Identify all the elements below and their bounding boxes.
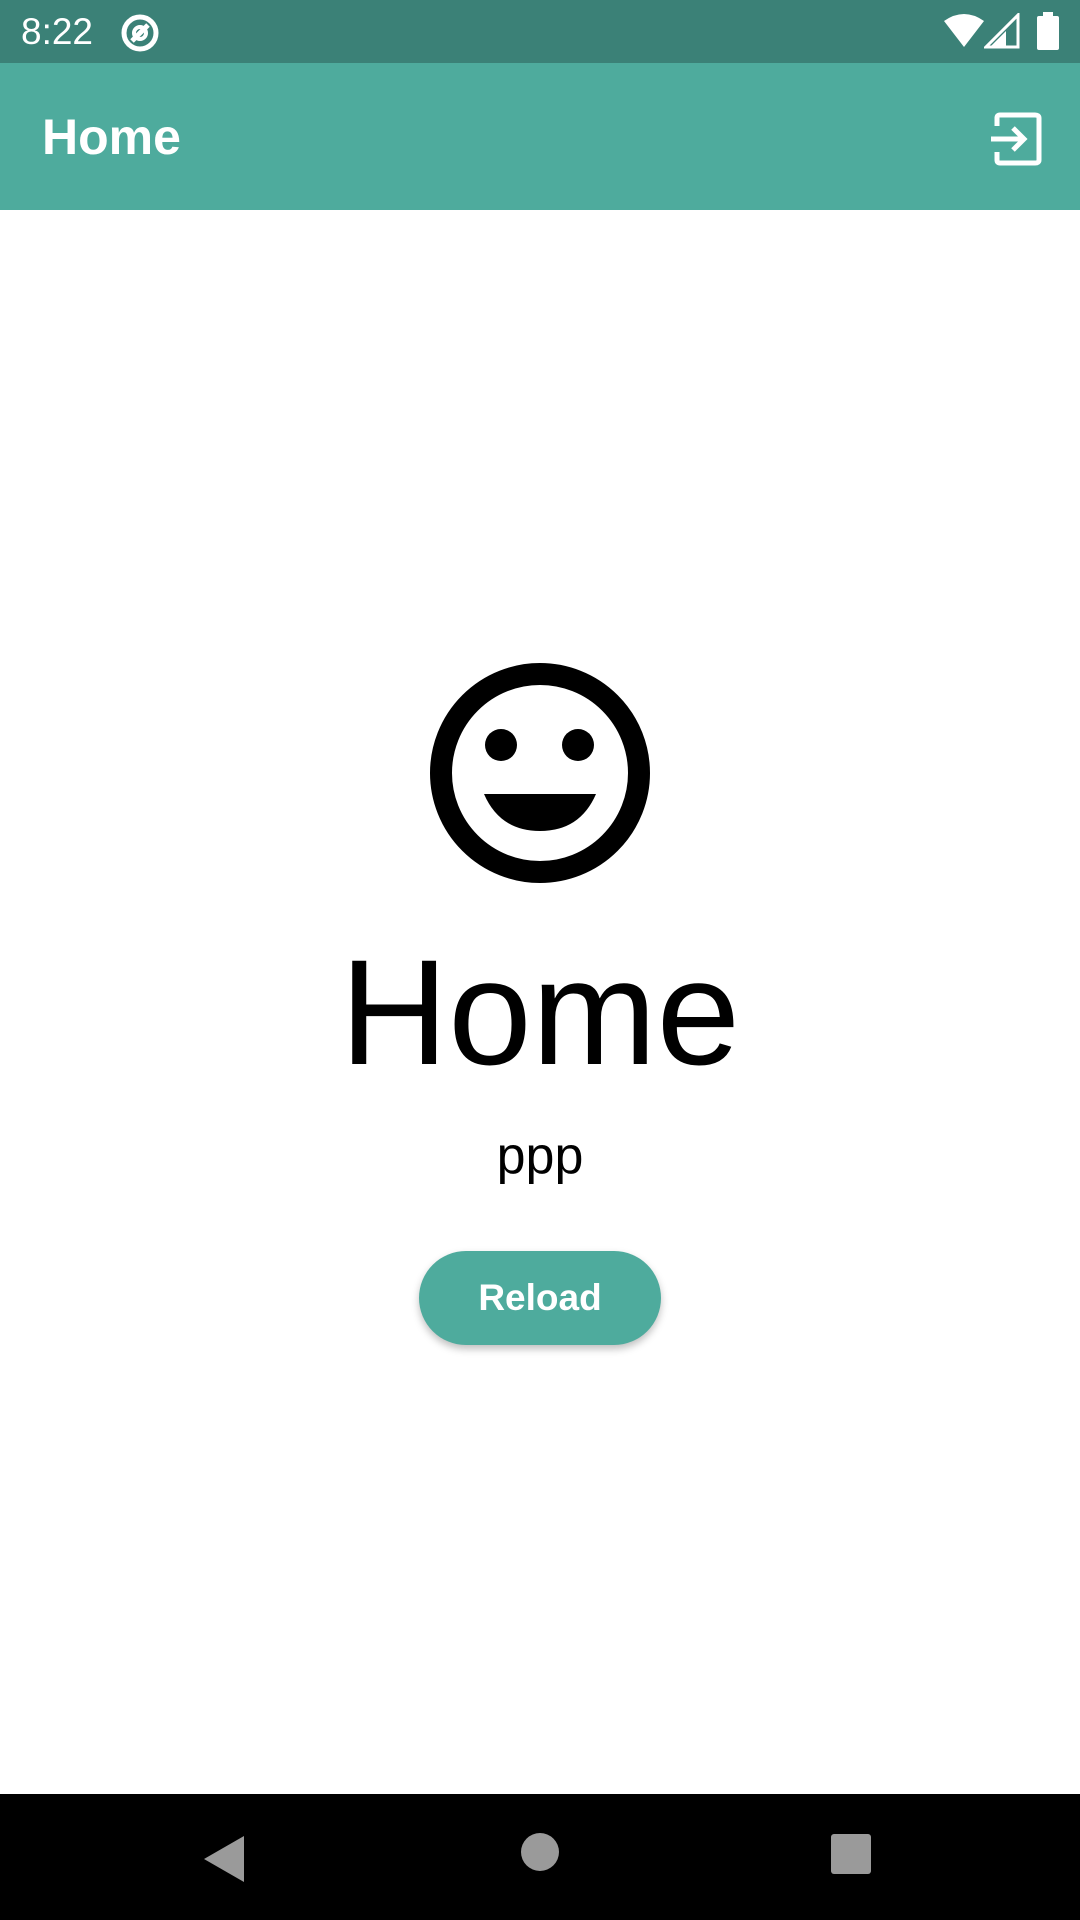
- navigation-bar: [0, 1794, 1080, 1920]
- logout-icon: [991, 112, 1042, 166]
- home-icon[interactable]: [520, 1832, 560, 1872]
- status-time: 8:22: [21, 11, 94, 52]
- logout-button[interactable]: [980, 103, 1052, 175]
- app-bar-title: Home: [42, 109, 181, 165]
- back-icon[interactable]: [200, 1834, 248, 1884]
- reload-button[interactable]: Reload: [419, 1251, 661, 1345]
- wifi-icon: [944, 14, 984, 47]
- smiley-face-icon: [430, 663, 650, 883]
- battery-icon: [1037, 12, 1059, 50]
- signal-icon: [984, 13, 1020, 49]
- recents-icon[interactable]: [831, 1834, 871, 1874]
- page-heading: Home: [339, 928, 741, 1096]
- notification-icon: [121, 14, 159, 52]
- app-bar: Home: [0, 63, 1080, 210]
- page-subtitle: ppp: [496, 1127, 584, 1185]
- status-bar: 8:22: [0, 0, 1080, 63]
